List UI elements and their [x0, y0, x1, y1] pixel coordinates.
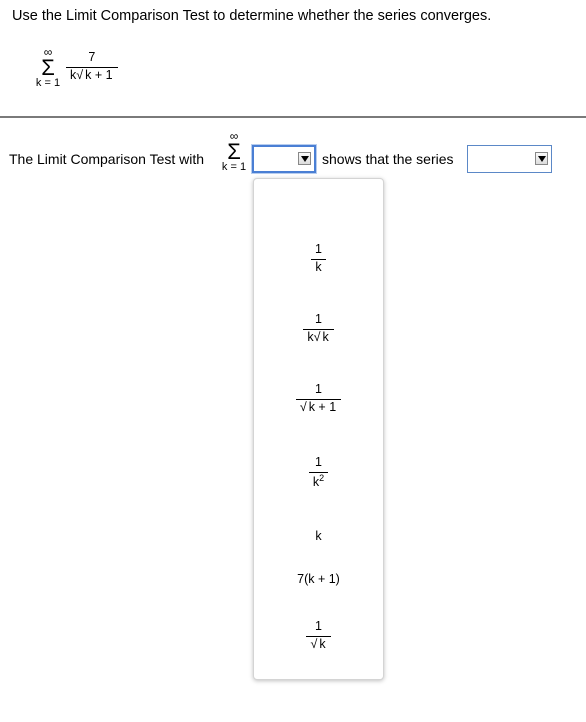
answer-summation: ∞ Σ k = 1 [221, 130, 247, 173]
option-denominator: √ k [306, 635, 331, 652]
den-radicand: k + 1 [84, 66, 114, 82]
option-numerator: 1 [315, 242, 322, 256]
answer-sigma-symbol: Σ [227, 139, 241, 164]
answer-middle-text: shows that the series [322, 151, 454, 167]
den-radicand: k [318, 635, 327, 651]
dropdown-option[interactable]: k [254, 529, 383, 543]
series-summation: ∞ Σ k = 1 [35, 46, 61, 89]
comparison-series-dropdown[interactable] [252, 145, 316, 173]
sqrt-symbol: √ [299, 399, 307, 414]
dropdown-arrow-icon[interactable] [535, 152, 548, 165]
sqrt-symbol: √ [313, 329, 321, 344]
answer-prefix-text: The Limit Comparison Test with [9, 151, 205, 167]
section-divider [0, 116, 586, 118]
dropdown-option[interactable]: 1 k2 [254, 455, 383, 490]
option-denominator: k2 [308, 471, 329, 490]
den-exponent: 2 [319, 472, 325, 483]
term-denominator: k√ k + 1 [66, 66, 118, 83]
option-text: 7(k + 1) [297, 572, 340, 586]
option-numerator: 1 [315, 455, 322, 469]
series-term: 7 k√ k + 1 [66, 50, 118, 83]
dropdown-option[interactable]: 1 √ k + 1 [254, 382, 383, 415]
dropdown-options-panel[interactable]: 1 k 1 k√ k 1 √ k + 1 1 k2 k 7(k + 1) 1 √ k [253, 178, 384, 680]
sigma-symbol: Σ [41, 55, 55, 80]
convergence-dropdown[interactable] [467, 145, 552, 173]
dropdown-option[interactable]: 1 √ k [254, 619, 383, 652]
option-text: k [315, 529, 322, 543]
dropdown-option[interactable]: 1 k√ k [254, 312, 383, 345]
option-numerator: 1 [315, 619, 322, 633]
option-numerator: 1 [315, 312, 322, 326]
question-instruction: Use the Limit Comparison Test to determi… [12, 8, 492, 24]
sqrt-symbol: √ [76, 67, 84, 82]
den-radicand: k + 1 [307, 398, 338, 414]
sqrt-symbol: √ [310, 636, 318, 651]
den-radicand: k [321, 328, 330, 344]
answer-sum-lower: k = 1 [221, 161, 247, 173]
sum-lower-limit: k = 1 [35, 77, 61, 89]
dropdown-arrow-icon[interactable] [298, 152, 311, 165]
dropdown-option[interactable]: 1 k [254, 242, 383, 275]
option-denominator: k√ k [303, 328, 334, 345]
dropdown-option[interactable]: 7(k + 1) [254, 572, 383, 586]
term-numerator: 7 [88, 50, 96, 64]
option-denominator: √ k + 1 [295, 398, 342, 415]
option-numerator: 1 [315, 382, 322, 396]
option-denominator: k [311, 258, 326, 275]
